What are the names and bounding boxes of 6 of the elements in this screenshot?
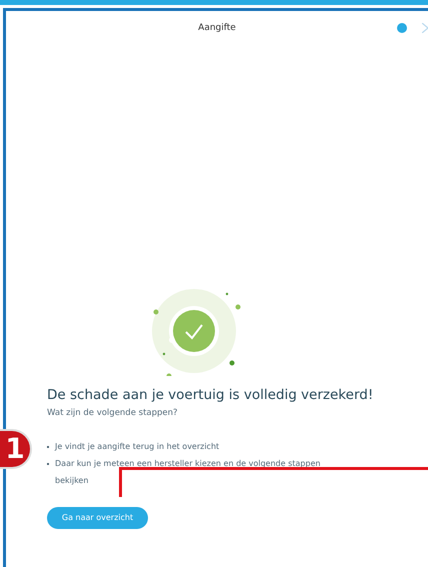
step-text: Je vindt je aangifte terug in het overzicht [55, 440, 220, 453]
subtitle: Wat zijn de volgende stappen? [47, 407, 179, 420]
step-text: Daar kun je meteen een hersteller kiezen en de volgende stappen bekijken [55, 458, 322, 487]
success-heading: De schade aan je voertuig is volledig verzekerd! [47, 386, 374, 405]
dialog-title: Aangifte [198, 22, 236, 36]
overview-button[interactable]: Ga naar overzicht [47, 506, 148, 529]
